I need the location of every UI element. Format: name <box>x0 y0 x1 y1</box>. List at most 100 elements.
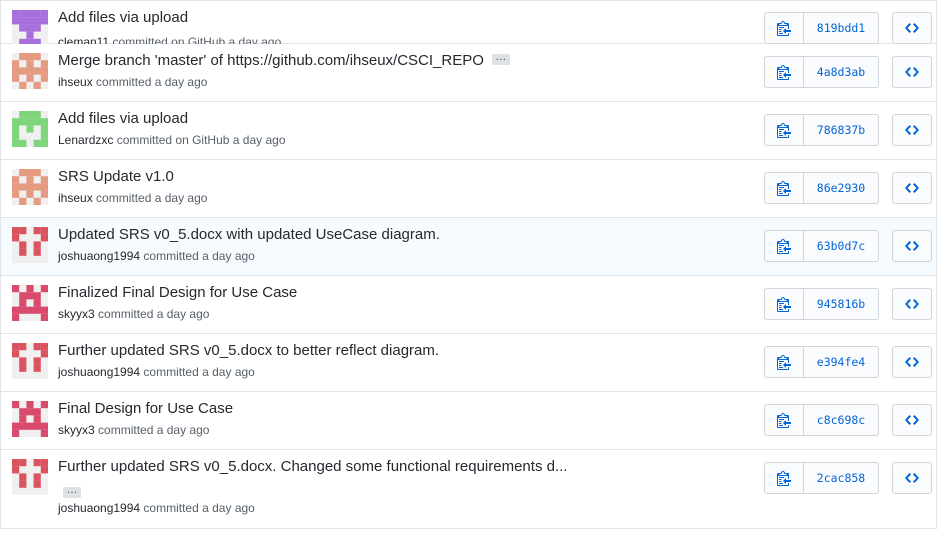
avatar[interactable] <box>12 169 48 205</box>
commit-time: a day ago <box>232 133 286 147</box>
commit-row: Updated SRS v0_5.docx with updated UseCa… <box>0 218 937 276</box>
identicon-icon <box>12 227 48 256</box>
commit-sha-link[interactable]: 819bdd1 <box>804 12 879 44</box>
commit-row: Further updated SRS v0_5.docx. Changed s… <box>0 450 937 529</box>
expand-message-button[interactable]: … <box>491 51 510 65</box>
code-icon <box>905 67 919 77</box>
browse-repo-button[interactable] <box>892 56 932 88</box>
commit-author[interactable]: ihseux <box>58 191 93 205</box>
commit-author[interactable]: skyyx3 <box>58 423 95 437</box>
browse-repo-button[interactable] <box>892 12 932 44</box>
copy-sha-button[interactable] <box>764 462 804 494</box>
identicon-icon <box>12 169 48 205</box>
commit-action: committed <box>143 249 199 263</box>
code-icon <box>905 299 919 309</box>
commit-meta: joshuaong1994 committed a day ago <box>58 365 255 379</box>
commit-message[interactable]: Further updated SRS v0_5.docx. Changed s… <box>58 458 567 475</box>
copy-sha-button[interactable] <box>764 56 804 88</box>
commit-sha-group: 945816b <box>764 288 879 320</box>
browse-repo-button[interactable] <box>892 230 932 262</box>
copy-sha-button[interactable] <box>764 12 804 44</box>
browse-repo-button[interactable] <box>892 462 932 494</box>
commit-sha-link[interactable]: 945816b <box>804 288 879 320</box>
commit-action: committed <box>98 307 154 321</box>
commit-message[interactable]: Add files via upload <box>58 110 188 127</box>
avatar[interactable] <box>12 343 48 379</box>
commit-sha-link[interactable]: 4a8d3ab <box>804 56 879 88</box>
identicon-icon <box>12 53 48 89</box>
commit-sha-link[interactable]: c8c698c <box>804 404 879 436</box>
code-icon <box>905 415 919 425</box>
commit-action: committed <box>143 365 199 379</box>
browse-repo-button[interactable] <box>892 346 932 378</box>
copy-sha-button[interactable] <box>764 346 804 378</box>
commit-author[interactable]: joshuaong1994 <box>58 249 140 263</box>
commit-time: a day ago <box>202 249 255 263</box>
identicon-icon <box>12 111 48 147</box>
commit-sha-group: 819bdd1 <box>764 12 879 44</box>
commit-message[interactable]: Final Design for Use Case <box>58 400 233 417</box>
commit-author[interactable]: ihseux <box>58 75 93 89</box>
code-icon <box>905 183 919 193</box>
expand-message-button[interactable]: … <box>63 485 81 498</box>
copy-sha-button[interactable] <box>764 172 804 204</box>
clippy-icon <box>777 65 791 80</box>
commit-message-link[interactable]: Merge branch 'master' of https://github.… <box>58 52 484 69</box>
clippy-icon <box>777 123 791 138</box>
commit-row: Merge branch 'master' of https://github.… <box>0 44 937 102</box>
commit-message[interactable]: Finalized Final Design for Use Case <box>58 284 297 301</box>
commit-action: committed <box>96 75 152 89</box>
commit-action: committed <box>143 501 199 515</box>
browse-repo-button[interactable] <box>892 172 932 204</box>
code-icon <box>905 473 919 483</box>
commit-row: Further updated SRS v0_5.docx to better … <box>0 334 937 392</box>
clippy-icon <box>777 355 791 370</box>
avatar[interactable] <box>12 53 48 89</box>
code-icon <box>905 357 919 367</box>
commit-message[interactable]: Add files via upload <box>58 9 188 26</box>
avatar[interactable] <box>12 227 48 263</box>
clippy-icon <box>777 413 791 428</box>
commit-sha-group: e394fe4 <box>764 346 879 378</box>
browse-repo-button[interactable] <box>892 288 932 320</box>
commit-message[interactable]: Updated SRS v0_5.docx with updated UseCa… <box>58 226 440 243</box>
copy-sha-button[interactable] <box>764 404 804 436</box>
commit-sha-link[interactable]: 2cac858 <box>804 462 879 494</box>
code-icon <box>905 23 919 33</box>
avatar[interactable] <box>12 401 48 437</box>
commit-message[interactable]: Further updated SRS v0_5.docx to better … <box>58 342 439 359</box>
commit-author[interactable]: Lenardzxc <box>58 133 113 147</box>
commit-row: SRS Update v1.0 ihseux committed a day a… <box>0 160 937 218</box>
commit-time: a day ago <box>202 501 255 515</box>
clippy-icon <box>777 297 791 312</box>
commit-author[interactable]: joshuaong1994 <box>58 501 140 515</box>
commit-row: Finalized Final Design for Use Case skyy… <box>0 276 937 334</box>
commit-sha-group: 2cac858 <box>764 462 879 494</box>
avatar[interactable] <box>12 459 48 495</box>
commit-message[interactable]: SRS Update v1.0 <box>58 168 174 185</box>
copy-sha-button[interactable] <box>764 114 804 146</box>
clippy-icon <box>777 239 791 254</box>
commit-row: Add files via upload Lenardzxc committed… <box>0 102 937 160</box>
commit-author[interactable]: joshuaong1994 <box>58 365 140 379</box>
commit-sha-group: 63b0d7c <box>764 230 879 262</box>
browse-repo-button[interactable] <box>892 114 932 146</box>
avatar[interactable] <box>12 285 48 321</box>
commit-meta: ihseux committed a day ago <box>58 191 207 205</box>
commit-time: a day ago <box>202 365 255 379</box>
commit-sha-group: c8c698c <box>764 404 879 436</box>
commit-sha-link[interactable]: 86e2930 <box>804 172 879 204</box>
browse-repo-button[interactable] <box>892 404 932 436</box>
avatar[interactable] <box>12 111 48 147</box>
commit-message: Merge branch 'master' of https://github.… <box>58 51 510 69</box>
commit-author[interactable]: skyyx3 <box>58 307 95 321</box>
commit-sha-link[interactable]: 786837b <box>804 114 879 146</box>
copy-sha-button[interactable] <box>764 230 804 262</box>
avatar[interactable] <box>12 10 48 46</box>
copy-sha-button[interactable] <box>764 288 804 320</box>
commit-sha-link[interactable]: e394fe4 <box>804 346 879 378</box>
commit-sha-link[interactable]: 63b0d7c <box>804 230 879 262</box>
commit-meta: skyyx3 committed a day ago <box>58 307 209 321</box>
commit-sha-group: 86e2930 <box>764 172 879 204</box>
commit-meta: joshuaong1994 committed a day ago <box>58 501 255 515</box>
